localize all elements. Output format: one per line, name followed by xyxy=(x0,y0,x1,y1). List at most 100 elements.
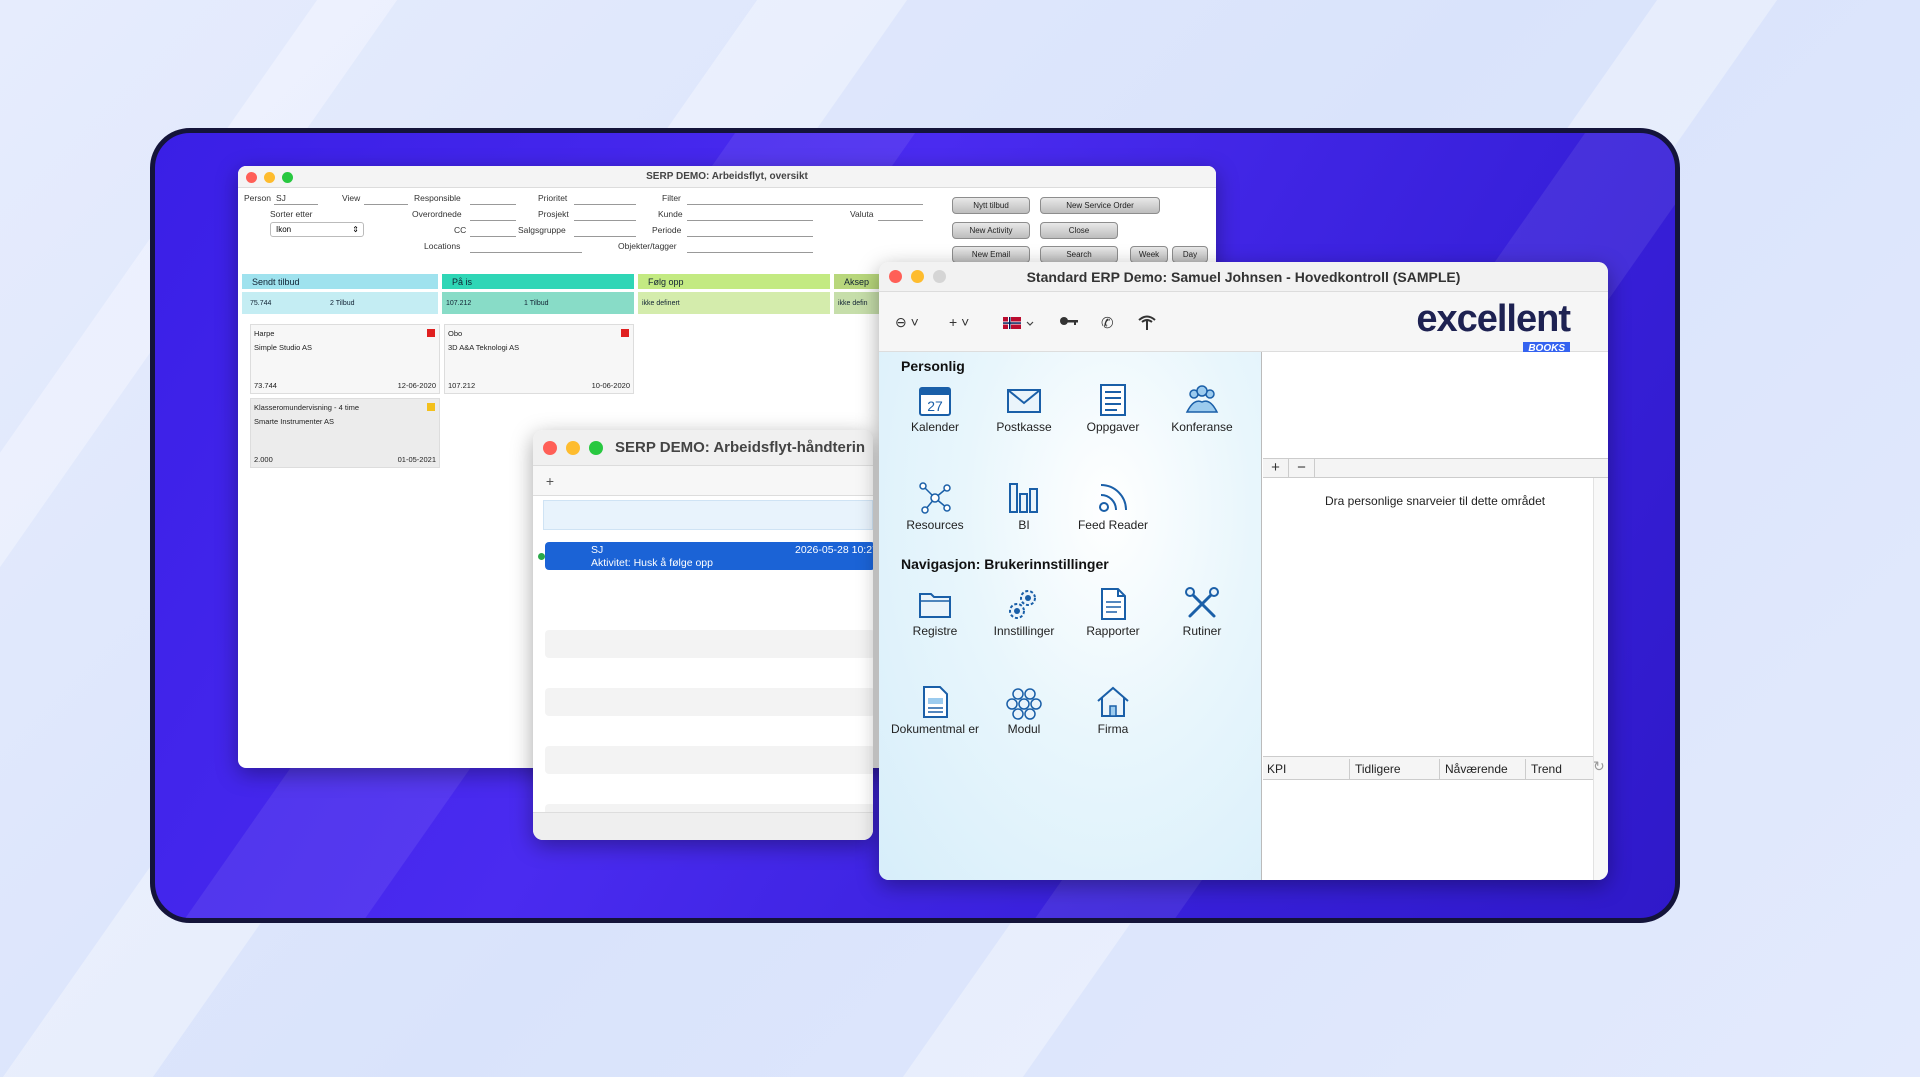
prosjekt-label: Prosjekt xyxy=(538,209,569,219)
remove-shortcut-button[interactable]: − xyxy=(1289,459,1315,478)
app-rapporter[interactable]: Rapporter xyxy=(1068,586,1158,638)
window-title: SERP DEMO: Arbeidsflyt, oversikt xyxy=(646,171,808,182)
filter-label: Filter xyxy=(662,193,681,203)
titlebar: SERP DEMO: Arbeidsflyt, oversikt xyxy=(238,166,1216,188)
section-nav-title: Navigasjon: Brukerinnstillinger xyxy=(901,556,1109,572)
list-item[interactable] xyxy=(545,630,873,658)
status-bar xyxy=(533,812,873,840)
stage-summary: 75.744 2 Tilbud xyxy=(242,292,438,314)
antenna-icon[interactable] xyxy=(1137,314,1157,334)
offer-card[interactable]: Harpe Simple Studio AS 73.744 12-06-2020 xyxy=(250,324,440,394)
zoom-window-button[interactable] xyxy=(589,441,603,455)
app-konferanse[interactable]: Konferanse xyxy=(1157,382,1247,434)
offer-card[interactable]: Klasseromundervisning - 4 time Smarte In… xyxy=(250,398,440,468)
person-value[interactable]: SJ xyxy=(276,193,286,203)
phone-icon[interactable]: ✆ xyxy=(1101,314,1114,332)
tasks-icon xyxy=(1100,384,1126,416)
kpi-col-trend[interactable]: Trend xyxy=(1531,762,1562,776)
prioritet-label: Prioritet xyxy=(538,193,568,203)
kpi-table-body xyxy=(1263,780,1593,880)
view-label: View xyxy=(342,193,361,203)
app-bi[interactable]: BI xyxy=(979,480,1069,532)
overordnede-label: Overordnede xyxy=(412,209,462,219)
app-registre[interactable]: Registre xyxy=(890,586,980,638)
new-email-button[interactable]: New Email xyxy=(952,246,1030,263)
language-flag-icon[interactable] xyxy=(1003,316,1035,334)
add-menu-icon[interactable]: + ˅ xyxy=(949,314,969,330)
new-service-order-button[interactable]: New Service Order xyxy=(1040,197,1160,214)
new-offer-button[interactable]: Nytt tilbud xyxy=(952,197,1030,214)
date-header xyxy=(543,500,873,530)
cc-label: CC xyxy=(454,225,467,235)
person-label: Person xyxy=(244,193,271,203)
resources-icon xyxy=(919,482,951,514)
kunde-label: Kunde xyxy=(658,209,683,219)
status-dot-icon xyxy=(538,553,545,560)
close-window-button[interactable] xyxy=(889,270,902,283)
activity-item[interactable]: SJ 2026-05-28 10:27 Aktivitet: Husk å fø… xyxy=(545,542,873,570)
list-item[interactable] xyxy=(545,688,873,716)
app-firma[interactable]: Firma xyxy=(1068,684,1158,736)
workflow-handling-window: SERP DEMO: Arbeidsflyt-håndterin + SJ 20… xyxy=(533,430,873,840)
stage-summary: ikke definert xyxy=(638,292,830,314)
stage-header-folg-opp[interactable]: Følg opp xyxy=(638,274,830,289)
week-button[interactable]: Week xyxy=(1130,246,1168,263)
window-title: Standard ERP Demo: Samuel Johnsen - Hove… xyxy=(1026,268,1461,285)
toolbar: ⊖ ˅ + ˅ ✆ excellent BOOKS xyxy=(879,292,1608,355)
zoom-window-button[interactable] xyxy=(933,270,946,283)
app-feed-reader[interactable]: Feed Reader xyxy=(1068,480,1158,532)
calendar-icon: 27 xyxy=(919,387,951,416)
main-control-window: Standard ERP Demo: Samuel Johnsen - Hove… xyxy=(879,262,1608,880)
app-modul[interactable]: Modul xyxy=(979,684,1069,736)
module-icon xyxy=(1006,688,1042,720)
kpi-col-kpi[interactable]: KPI xyxy=(1267,762,1286,776)
add-button[interactable]: + xyxy=(541,472,559,490)
new-activity-button[interactable]: New Activity xyxy=(952,222,1030,239)
stage-summary: 107.212 1 Tilbud xyxy=(442,292,634,314)
close-window-button[interactable] xyxy=(543,441,557,455)
shortcut-toolbar: + − xyxy=(1263,458,1608,478)
list-item[interactable] xyxy=(545,746,873,774)
stage-header-pa-is[interactable]: På is xyxy=(442,274,634,289)
more-options-icon[interactable]: ⊖ ˅ xyxy=(895,314,919,331)
objekter-tagger-label: Objekter/tagger xyxy=(618,241,677,251)
salgsgruppe-label: Salgsgruppe xyxy=(518,225,566,235)
titlebar: Standard ERP Demo: Samuel Johnsen - Hove… xyxy=(879,262,1608,292)
close-button[interactable]: Close xyxy=(1040,222,1118,239)
close-window-button[interactable] xyxy=(246,172,257,183)
priority-flag-icon xyxy=(427,403,435,411)
kpi-col-navaerende[interactable]: Nåværende xyxy=(1445,762,1508,776)
kpi-col-tidligere[interactable]: Tidligere xyxy=(1355,762,1401,776)
personal-shortcuts-drop-area[interactable]: Dra personlige snarveier til dette områd… xyxy=(1263,478,1593,748)
app-dokumentmaler[interactable]: Dokumentmal er xyxy=(890,684,980,736)
valuta-label: Valuta xyxy=(850,209,874,219)
sorter-etter-label: Sorter etter xyxy=(270,209,313,219)
minimize-window-button[interactable] xyxy=(566,441,580,455)
bar-chart-icon xyxy=(1009,483,1038,513)
gears-icon xyxy=(1009,590,1036,619)
stage-header-sendt-tilbud[interactable]: Sendt tilbud xyxy=(242,274,438,289)
search-button[interactable]: Search xyxy=(1040,246,1118,263)
app-postkasse[interactable]: Postkasse xyxy=(979,382,1069,434)
app-resources[interactable]: Resources xyxy=(890,480,980,532)
app-rutiner[interactable]: Rutiner xyxy=(1157,586,1247,638)
day-button[interactable]: Day xyxy=(1172,246,1208,263)
sort-select[interactable]: Ikon ⇕ xyxy=(270,222,364,237)
offer-card[interactable]: Obo 3D A&A Teknologi AS 107.212 10-06-20… xyxy=(444,324,634,394)
excellent-books-logo: excellent BOOKS xyxy=(1416,298,1571,355)
key-icon[interactable] xyxy=(1059,314,1079,332)
section-personal-title: Personlig xyxy=(901,358,965,374)
report-icon xyxy=(1101,588,1126,620)
scrollbar[interactable] xyxy=(1593,478,1608,880)
window-title: SERP DEMO: Arbeidsflyt-håndterin xyxy=(615,439,866,456)
app-oppgaver[interactable]: Oppgaver xyxy=(1068,382,1158,434)
minimize-window-button[interactable] xyxy=(911,270,924,283)
add-shortcut-button[interactable]: + xyxy=(1263,459,1289,478)
zoom-window-button[interactable] xyxy=(282,172,293,183)
app-innstillinger[interactable]: Innstillinger xyxy=(979,586,1069,638)
house-icon xyxy=(1097,686,1129,717)
minimize-window-button[interactable] xyxy=(264,172,275,183)
svg-text:27: 27 xyxy=(927,398,943,414)
app-kalender[interactable]: 27 Kalender xyxy=(890,382,980,434)
refresh-icon[interactable]: ↻ xyxy=(1593,758,1605,775)
